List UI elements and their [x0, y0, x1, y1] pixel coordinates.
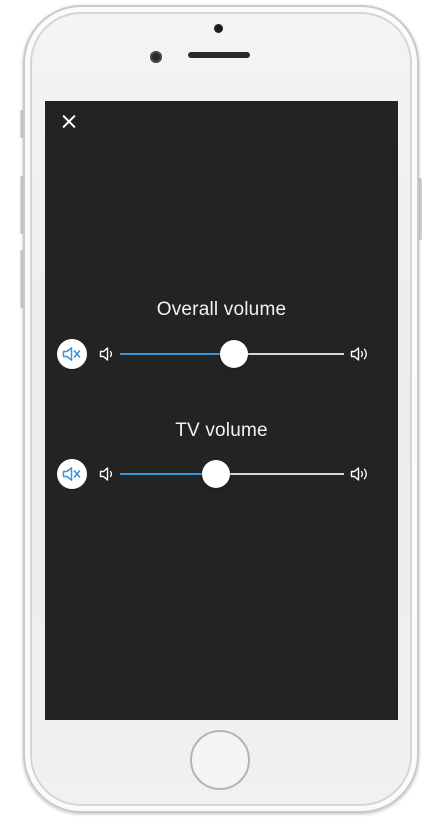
proximity-sensor	[150, 51, 162, 63]
tv-volume-thumb[interactable]	[202, 460, 231, 488]
device-mockup: Overall volume TV volume	[0, 0, 433, 818]
tv-mute-button[interactable]	[57, 459, 87, 489]
speaker-muted-icon	[62, 347, 81, 361]
speaker-high-icon	[350, 467, 367, 481]
earpiece-speaker	[188, 52, 250, 58]
speaker-low-icon	[99, 467, 113, 481]
overall-volume-slider[interactable]	[120, 340, 344, 368]
home-button[interactable]	[190, 730, 250, 790]
tv-volume-control	[45, 459, 398, 489]
overall-volume-control	[45, 339, 398, 369]
overall-mute-button[interactable]	[57, 339, 87, 369]
close-icon[interactable]	[59, 112, 79, 132]
tv-volume-slider[interactable]	[120, 460, 344, 488]
overall-volume-thumb[interactable]	[220, 340, 249, 368]
overall-volume-fill	[120, 353, 235, 355]
front-camera	[214, 24, 223, 33]
overall-volume-label: Overall volume	[156, 299, 287, 320]
speaker-low-icon	[99, 347, 113, 361]
volume-panel: Overall volume TV volume	[45, 101, 398, 720]
speaker-high-icon	[350, 347, 367, 361]
tv-volume-label: TV volume	[175, 420, 268, 441]
speaker-muted-icon	[62, 467, 81, 481]
